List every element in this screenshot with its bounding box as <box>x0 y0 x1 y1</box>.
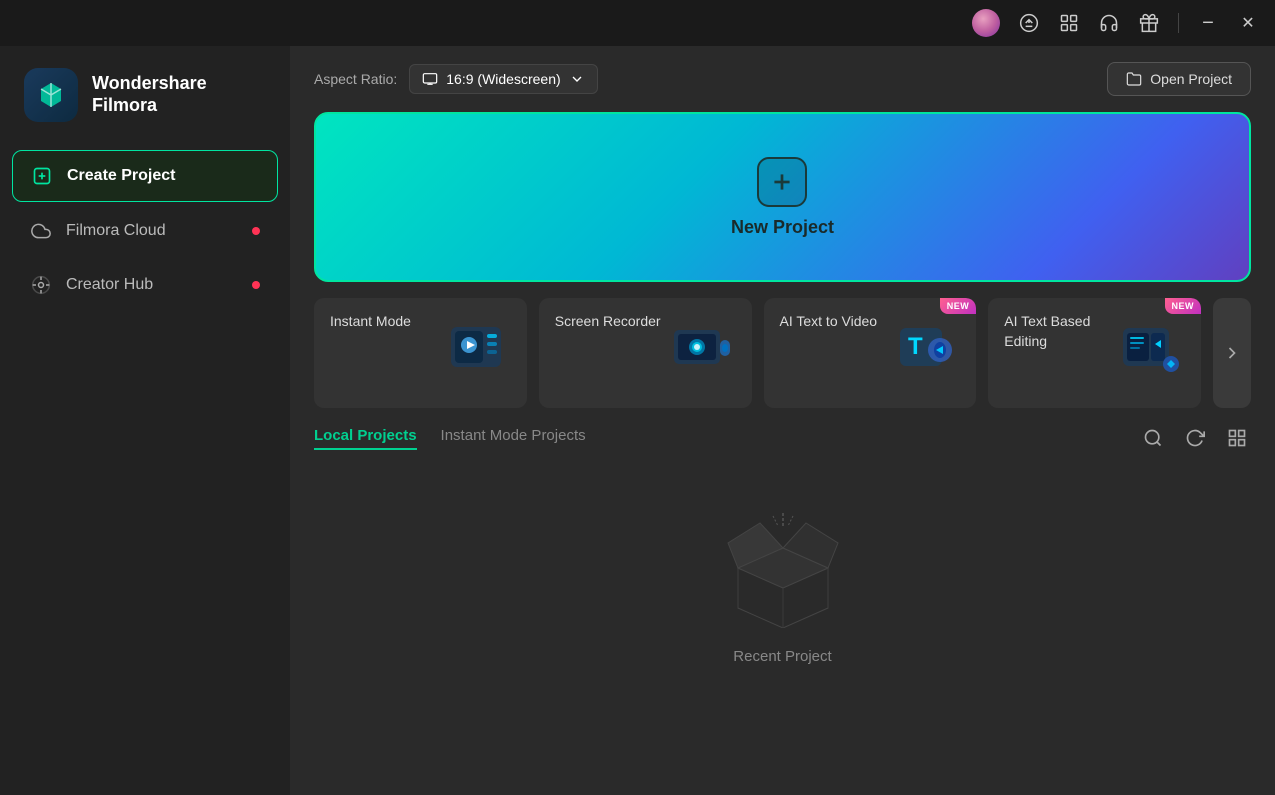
screen-recorder-image <box>666 312 736 382</box>
screen-recorder-label: Screen Recorder <box>555 312 661 332</box>
quick-cards-arrow-button[interactable] <box>1213 298 1251 408</box>
new-project-label: New Project <box>731 217 834 238</box>
sidebar-item-creator-hub[interactable]: Creator Hub <box>12 260 278 310</box>
create-project-label: Create Project <box>67 167 176 185</box>
tab-instant-mode-projects[interactable]: Instant Mode Projects <box>441 427 586 450</box>
monitor-icon <box>422 71 438 87</box>
content-area: Aspect Ratio: 16:9 (Widescreen) Open P <box>290 46 1275 795</box>
chevron-right-icon <box>1222 343 1242 363</box>
projects-tabs: Local Projects Instant Mode Projects <box>314 427 586 450</box>
gift-icon[interactable] <box>1138 12 1160 34</box>
sidebar-item-create-project[interactable]: Create Project <box>12 150 278 202</box>
refresh-projects-icon[interactable] <box>1181 424 1209 452</box>
instant-mode-image <box>441 312 511 382</box>
content-toolbar: Aspect Ratio: 16:9 (Widescreen) Open P <box>290 46 1275 112</box>
sidebar-item-filmora-cloud[interactable]: Filmora Cloud <box>12 206 278 256</box>
grid-view-icon[interactable] <box>1223 424 1251 452</box>
ai-editing-badge: NEW <box>1165 298 1202 314</box>
projects-header: Local Projects Instant Mode Projects <box>314 424 1251 452</box>
create-project-icon <box>31 165 53 187</box>
logo-icon <box>24 68 78 122</box>
sidebar-logo: Wondershare Filmora <box>0 46 290 150</box>
minimize-button[interactable]: − <box>1197 12 1219 34</box>
upload-icon[interactable] <box>1018 12 1040 34</box>
ai-text-video-label: AI Text to Video <box>780 312 878 332</box>
filmora-cloud-label: Filmora Cloud <box>66 222 166 240</box>
support-icon[interactable] <box>1098 12 1120 34</box>
quick-card-screen-recorder[interactable]: Screen Recorder <box>539 298 752 408</box>
quick-card-ai-text-based-editing[interactable]: NEW AI Text Based Editing <box>988 298 1201 408</box>
open-project-button[interactable]: Open Project <box>1107 62 1251 96</box>
quick-card-ai-text-to-video[interactable]: NEW AI Text to Video T <box>764 298 977 408</box>
svg-text:T: T <box>908 333 923 360</box>
cloud-icon <box>30 220 52 242</box>
instant-mode-label: Instant Mode <box>330 312 411 332</box>
aspect-ratio-value: 16:9 (Widescreen) <box>446 71 560 87</box>
plus-icon <box>769 169 795 195</box>
ai-text-video-image: T <box>890 312 960 382</box>
title-bar: − ✕ <box>0 0 1275 46</box>
logo-title-line2: Filmora <box>92 95 207 117</box>
folder-icon <box>1126 71 1142 87</box>
user-avatar[interactable] <box>972 9 1000 37</box>
aspect-ratio-label: Aspect Ratio: <box>314 71 397 87</box>
quick-cards-row: Instant Mode Screen Recorder <box>290 298 1275 424</box>
ai-editing-icon <box>1115 312 1185 382</box>
empty-box-icon <box>718 508 848 628</box>
projects-actions <box>1139 424 1251 452</box>
screen-recorder-icon <box>666 312 736 382</box>
projects-section: Local Projects Instant Mode Projects <box>290 424 1275 795</box>
aspect-ratio-group: Aspect Ratio: 16:9 (Widescreen) <box>314 64 598 94</box>
logo-text: Wondershare Filmora <box>92 73 207 116</box>
main-layout: Wondershare Filmora Create Project <box>0 46 1275 795</box>
creator-hub-badge <box>252 281 260 289</box>
ai-text-video-badge: NEW <box>940 298 977 314</box>
search-projects-icon[interactable] <box>1139 424 1167 452</box>
new-project-plus-icon <box>757 157 807 207</box>
quick-card-instant-mode[interactable]: Instant Mode <box>314 298 527 408</box>
sidebar: Wondershare Filmora Create Project <box>0 46 290 795</box>
empty-state-label: Recent Project <box>733 648 831 665</box>
tab-local-projects[interactable]: Local Projects <box>314 427 417 450</box>
new-project-banner[interactable]: New Project <box>314 112 1251 282</box>
aspect-ratio-dropdown[interactable]: 16:9 (Widescreen) <box>409 64 597 94</box>
apps-icon[interactable] <box>1058 12 1080 34</box>
sidebar-nav: Create Project Filmora Cloud <box>0 150 290 310</box>
ai-text-video-icon: T <box>890 312 960 382</box>
new-project-inner: New Project <box>731 157 834 238</box>
instant-mode-icon <box>441 312 511 382</box>
ai-editing-label: AI Text Based Editing <box>1004 312 1114 351</box>
creator-hub-icon <box>30 274 52 296</box>
close-button[interactable]: ✕ <box>1237 12 1259 34</box>
logo-title-line1: Wondershare <box>92 73 207 95</box>
ai-editing-image <box>1115 312 1185 382</box>
empty-box-image <box>718 508 848 628</box>
filmora-cloud-badge <box>252 227 260 235</box>
creator-hub-label: Creator Hub <box>66 276 153 294</box>
empty-state: Recent Project <box>314 468 1251 705</box>
chevron-down-icon <box>569 71 585 87</box>
open-project-label: Open Project <box>1150 71 1232 87</box>
